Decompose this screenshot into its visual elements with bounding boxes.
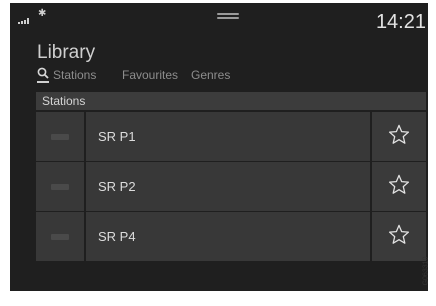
station-name: SR P2: [98, 179, 136, 194]
star-outline-icon: [388, 224, 410, 250]
page-title: Library: [37, 42, 96, 63]
status-bar: ✱ 14:21: [10, 3, 428, 37]
tab-stations[interactable]: Stations: [53, 68, 96, 82]
media-screen: ✱ 14:21 Library Stations Favourites Genr…: [10, 3, 428, 291]
station-label-cell[interactable]: SR P2: [86, 162, 370, 211]
drag-handle[interactable]: [217, 13, 239, 19]
tab-favourites[interactable]: Favourites: [122, 68, 178, 82]
station-list: SR P1 SR P2 SR P4: [36, 112, 428, 262]
station-thumbnail: [36, 112, 84, 161]
favourite-button[interactable]: [372, 212, 426, 261]
station-label-cell[interactable]: SR P1: [86, 112, 370, 161]
station-row-sr-p1[interactable]: SR P1: [36, 112, 428, 161]
favourite-button[interactable]: [372, 162, 426, 211]
station-name: SR P1: [98, 129, 136, 144]
star-outline-icon: [388, 174, 410, 200]
search-icon: [37, 67, 50, 79]
tab-genres[interactable]: Genres: [191, 68, 230, 82]
figure-code: G063310: [419, 253, 433, 289]
station-thumbnail: [36, 212, 84, 261]
signal-bars-icon: [18, 11, 34, 24]
radio-icon: [51, 184, 69, 190]
figure-code-text: G063310: [422, 256, 430, 286]
station-label-cell[interactable]: SR P4: [86, 212, 370, 261]
favourite-button[interactable]: [372, 112, 426, 161]
station-thumbnail: [36, 162, 84, 211]
station-row-sr-p2[interactable]: SR P2: [36, 162, 428, 211]
radio-icon: [51, 134, 69, 140]
station-row-sr-p4[interactable]: SR P4: [36, 212, 428, 261]
tab-search[interactable]: [37, 67, 50, 83]
bluetooth-icon: ✱: [38, 8, 47, 19]
active-tab-indicator: [37, 81, 49, 83]
station-name: SR P4: [98, 229, 136, 244]
star-outline-icon: [388, 124, 410, 150]
radio-icon: [51, 234, 69, 240]
clock: 14:21: [375, 11, 426, 33]
section-header: Stations: [36, 92, 426, 110]
